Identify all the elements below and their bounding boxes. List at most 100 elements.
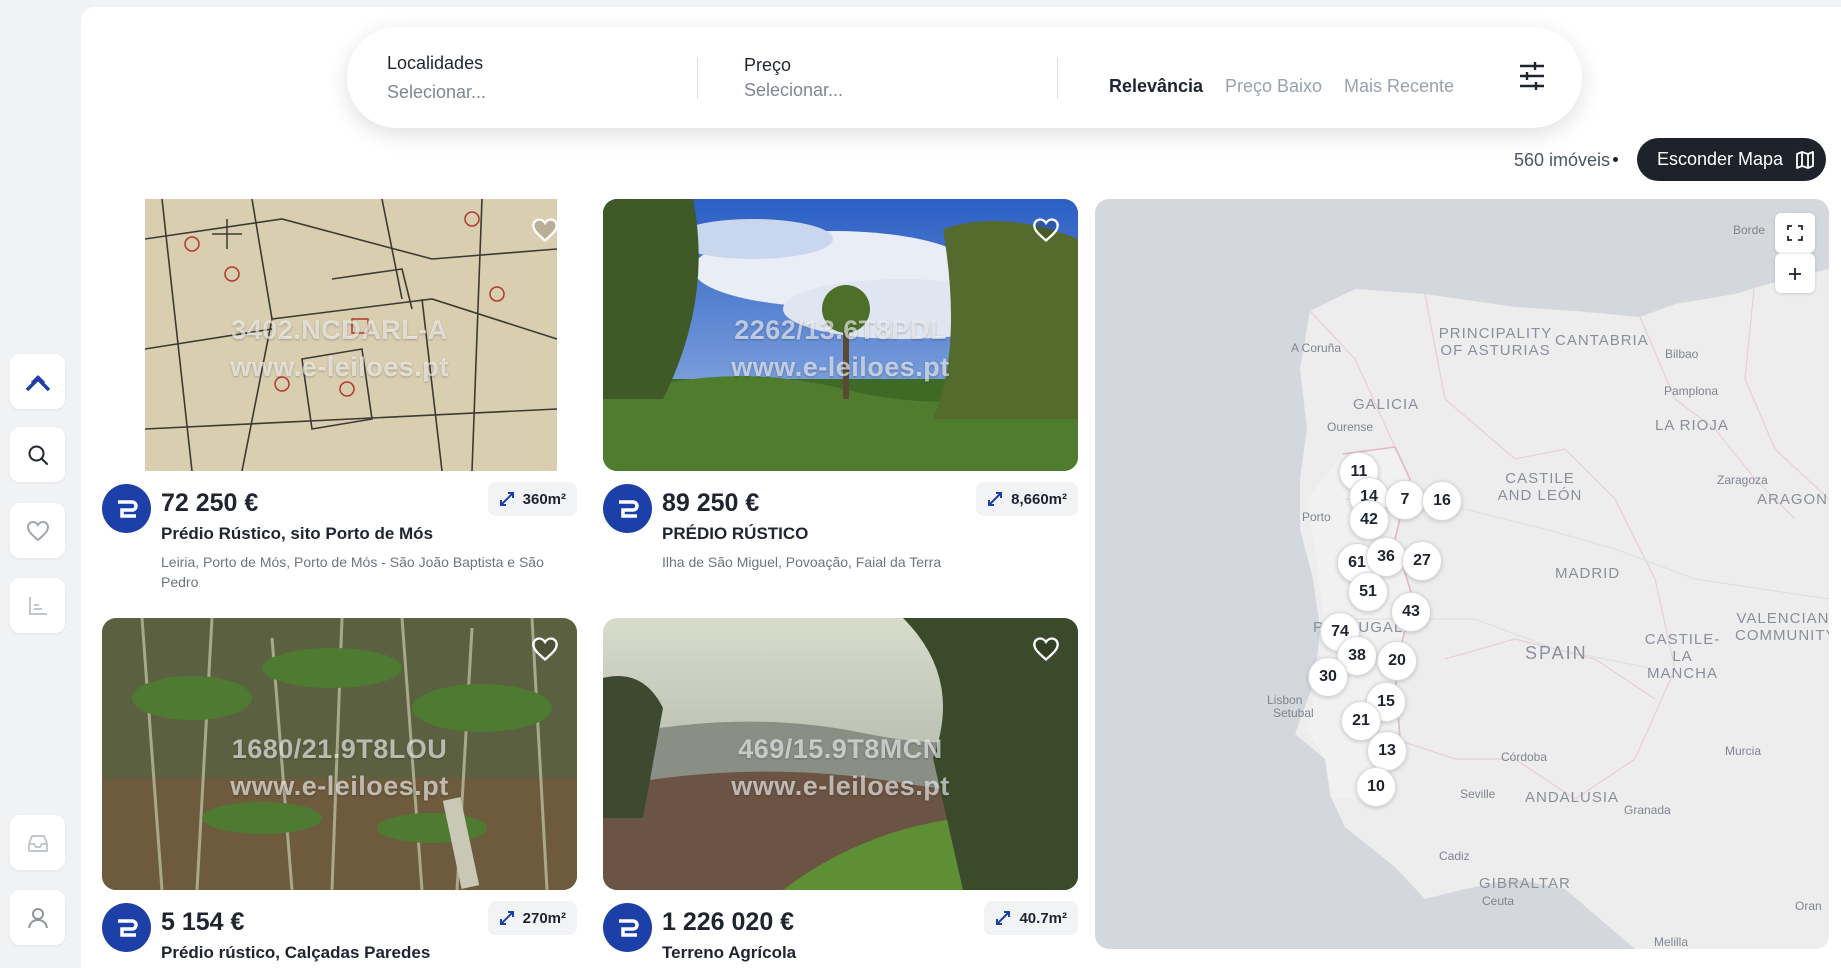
listing-price: 5 154 € (161, 908, 245, 936)
agency-logo (603, 484, 652, 533)
map-zoom-in-button[interactable] (1775, 253, 1815, 293)
map-cluster-marker[interactable]: 30 (1308, 657, 1348, 697)
listing-image[interactable]: 1680/21.9T8LOU www.e-leiloes.pt (102, 618, 577, 890)
expand-arrows-icon (499, 911, 514, 925)
filter-sliders-icon (1520, 62, 1544, 90)
e-leiloes-logo-icon (618, 918, 639, 937)
map-cluster-marker[interactable]: 42 (1349, 500, 1389, 540)
listing-title[interactable]: Terreno Agrícola (662, 943, 1082, 963)
listing-card[interactable]: 469/15.9T8MCN www.e-leiloes.pt 1 226 020… (603, 618, 1078, 962)
sidebar-search-button[interactable] (10, 427, 65, 482)
sidebar-profile-button[interactable] (10, 890, 65, 945)
watermark-ref: 469/15.9T8MCN (738, 734, 943, 764)
agency-logo (102, 903, 151, 952)
inbox-icon (27, 834, 48, 852)
separator-dot (1613, 157, 1618, 162)
map-cluster-marker[interactable]: 16 (1422, 481, 1462, 521)
map-cluster-marker[interactable]: 20 (1377, 641, 1417, 681)
favorite-button[interactable] (531, 217, 559, 248)
map-cluster-marker[interactable]: 36 (1366, 537, 1406, 577)
preco-field[interactable]: Preço Selecionar... (744, 55, 843, 101)
listing-card[interactable]: 2262/13.6T8PDL www.e-leiloes.pt 89 250 €… (603, 199, 1078, 570)
chart-icon (28, 596, 47, 615)
sort-preco-baixo[interactable]: Preço Baixo (1225, 76, 1322, 97)
area-value: 40.7m² (1019, 909, 1067, 927)
heart-outline-icon (532, 218, 558, 243)
agency-logo (603, 903, 652, 952)
city-granada: Granada (1624, 803, 1671, 817)
region-castile-la-mancha: CASTILE-LA MANCHA (1644, 631, 1721, 682)
user-icon (27, 907, 48, 928)
watermark-ref: 1680/21.9T8LOU (231, 734, 448, 764)
sidebar-inbox-button[interactable] (10, 815, 65, 870)
area-value: 270m² (522, 909, 566, 927)
e-leiloes-logo-icon (117, 499, 138, 518)
favorite-button[interactable] (531, 636, 559, 667)
city-zaragoza: Zaragoza (1717, 473, 1768, 487)
watermark-site: www.e-leiloes.pt (731, 771, 950, 801)
map-cluster-marker[interactable]: 7 (1385, 480, 1425, 520)
listing-price: 72 250 € (161, 489, 259, 517)
area-value: 8,660m² (1011, 490, 1067, 508)
localidades-label: Localidades (387, 53, 484, 73)
sidebar-stats-button[interactable] (10, 578, 65, 633)
map-cluster-marker[interactable]: 10 (1356, 767, 1396, 807)
city-porto: Porto (1302, 510, 1331, 524)
sidebar (0, 0, 80, 968)
hide-map-button[interactable]: Esconder Mapa (1637, 138, 1826, 181)
map-cluster-marker[interactable]: 43 (1391, 592, 1431, 632)
preco-placeholder[interactable]: Selecionar... (744, 80, 843, 101)
localidades-placeholder[interactable]: Selecionar... (387, 82, 486, 103)
city-a-coruna: A Coruña (1291, 341, 1342, 355)
region-aragon: ARAGON (1757, 491, 1829, 508)
heart-outline-icon (1033, 218, 1059, 243)
sort-relevancia[interactable]: Relevância (1109, 76, 1203, 97)
listing-location: Ilha de São Miguel, Povoação, Faial da T… (662, 554, 942, 570)
favorite-button[interactable] (1032, 636, 1060, 667)
listing-image[interactable]: 2262/13.6T8PDL www.e-leiloes.pt (603, 199, 1078, 471)
listing-card[interactable]: 1680/21.9T8LOU www.e-leiloes.pt 5 154 € … (102, 618, 577, 962)
map-cluster-marker[interactable]: 51 (1348, 572, 1388, 612)
sort-mais-recente[interactable]: Mais Recente (1344, 76, 1454, 97)
listing-card[interactable]: 3402.NCDARL-A www.e-leiloes.pt 72 250 € … (102, 199, 577, 590)
area-badge: 8,660m² (976, 482, 1078, 516)
heart-outline-icon (532, 637, 558, 662)
listing-image[interactable]: 3402.NCDARL-A www.e-leiloes.pt (102, 199, 577, 471)
filters-button[interactable] (1518, 61, 1546, 96)
city-pamplona: Pamplona (1664, 384, 1719, 398)
listing-image[interactable]: 469/15.9T8MCN www.e-leiloes.pt (603, 618, 1078, 890)
listing-title[interactable]: Prédio Rústico, sito Porto de Mós (161, 524, 581, 544)
city-oran: Oran (1795, 899, 1822, 913)
map-base (1295, 269, 1829, 949)
map-region-label: PRINCIPALITY OF ASTURIAS (1438, 325, 1553, 359)
city-cordoba: Córdoba (1501, 750, 1548, 764)
area-badge: 40.7m² (984, 901, 1078, 935)
city-murcia: Murcia (1725, 744, 1762, 758)
map-cluster-marker[interactable]: 13 (1367, 731, 1407, 771)
map-panel[interactable]: PRINCIPALITY OF ASTURIAS CANTABRIA GALIC… (1095, 199, 1829, 949)
watermark-site: www.e-leiloes.pt (230, 352, 449, 382)
listing-price: 1 226 020 € (662, 908, 795, 936)
region-asturias: PRINCIPALITY OF ASTURIAS (1438, 325, 1553, 359)
heart-outline-icon (1033, 637, 1059, 662)
area-badge: 270m² (487, 901, 577, 935)
expand-arrows-icon (988, 492, 1003, 506)
map-fullscreen-button[interactable] (1775, 213, 1815, 253)
expand-arrows-icon (499, 492, 514, 506)
city-melilla: Melilla (1654, 935, 1689, 949)
region-gibraltar: GIBRALTAR (1479, 875, 1571, 892)
fullscreen-icon (1787, 225, 1803, 241)
map-cluster-marker[interactable]: 27 (1402, 541, 1442, 581)
listing-title[interactable]: PRÉDIO RÚSTICO (662, 524, 1082, 544)
city-lisbon: Lisbon (1267, 693, 1303, 707)
favorite-button[interactable] (1032, 217, 1060, 248)
listing-title[interactable]: Prédio rústico, Calçadas Paredes (161, 943, 581, 963)
search-icon (28, 445, 48, 465)
localidades-field[interactable]: Localidades Selecionar... (387, 53, 486, 103)
sidebar-favorites-button[interactable] (10, 503, 65, 558)
listing-location: Leiria, Porto de Mós, Porto de Mós - São… (161, 554, 544, 590)
heart-icon (26, 520, 49, 541)
map-icon (1796, 150, 1814, 169)
sidebar-home-button[interactable] (10, 354, 65, 409)
city-cadiz: Cadiz (1439, 849, 1470, 863)
